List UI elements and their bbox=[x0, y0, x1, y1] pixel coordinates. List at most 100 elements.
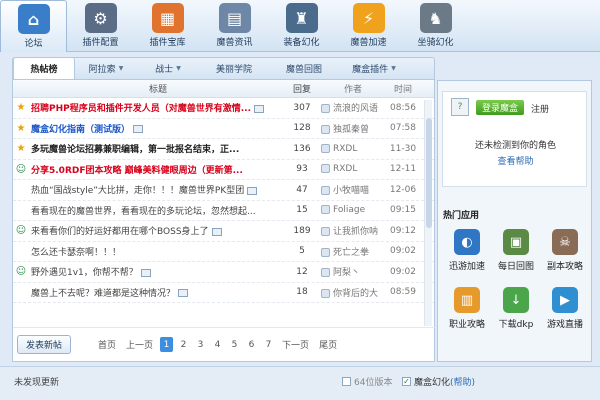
thread-title[interactable]: 分享5.0RDF团本攻略 巅峰美料健眼周边（更新第... bbox=[29, 163, 285, 176]
table-row[interactable]: ☺ 分享5.0RDF团本攻略 巅峰美料健眼周边（更新第... 93 RXDL 12-11 bbox=[13, 160, 434, 180]
first-page-link[interactable]: 首页 bbox=[95, 337, 119, 352]
table-row[interactable]: ★ 招聘PHP程序员和插件开发人员（对魔兽世界有激情... 307 流浪的风语 08:5… bbox=[13, 98, 434, 119]
chevron-down-icon: ▼ bbox=[391, 64, 396, 72]
page-number[interactable]: 5 bbox=[228, 337, 241, 352]
subtab-4[interactable]: 魔兽回图 bbox=[269, 57, 339, 79]
toolbar-item-4[interactable]: ♜ 装备幻化 bbox=[268, 0, 335, 52]
toolbar-item-0[interactable]: ⌂ 论坛 bbox=[0, 0, 67, 52]
home-icon: ⌂ bbox=[17, 4, 50, 34]
user-icon bbox=[321, 288, 330, 298]
table-row[interactable]: ★ 多玩魔兽论坛招募兼职编辑，第一批报名结束，正... 136 RXDL 11-30 bbox=[13, 139, 434, 160]
hot-app-1[interactable]: ▣ 每日回图 bbox=[493, 229, 539, 285]
star-icon: ★ bbox=[16, 102, 26, 114]
header-author[interactable]: 作者 bbox=[319, 82, 385, 95]
user-icon bbox=[321, 164, 330, 174]
table-row[interactable]: 看看现在的魔兽世界，看看现在的多玩论坛，忽然想起... 15 Foliage 09:1… bbox=[13, 201, 434, 221]
thread-author[interactable]: 死亡之拳 bbox=[319, 245, 385, 258]
page-number[interactable]: 3 bbox=[194, 337, 207, 352]
thread-author[interactable]: 阿梨丶 bbox=[319, 265, 385, 278]
header-time[interactable]: 时间 bbox=[385, 82, 421, 95]
subtab-2[interactable]: 战士 ▼ bbox=[137, 57, 199, 79]
header-title[interactable]: 标题 bbox=[29, 82, 285, 95]
table-row[interactable]: ☺ 野外遇见1v1，你帮不帮？ 12 阿梨丶 09:02 bbox=[13, 262, 434, 283]
last-page-link[interactable]: 尾页 bbox=[316, 337, 340, 352]
thread-time: 12-11 bbox=[389, 164, 417, 175]
daily-picture-icon: ▣ bbox=[503, 229, 529, 255]
help-link[interactable]: (帮助) bbox=[450, 375, 475, 388]
thread-title[interactable]: 多玩魔兽论坛招募兼职编辑，第一批报名结束，正... bbox=[29, 142, 285, 155]
thread-time: 09:12 bbox=[390, 225, 416, 236]
next-page-link[interactable]: 下一页 bbox=[279, 337, 312, 352]
thread-author[interactable]: RXDL bbox=[319, 164, 385, 174]
hot-app-5[interactable]: ▶ 游戏直播 bbox=[542, 287, 588, 343]
table-row[interactable]: 热血“国战style”大比拼，走你！！！魔兽世界PK型团 47 小牧喵喵 12-06 bbox=[13, 180, 434, 201]
login-button[interactable]: 登录魔盒 bbox=[476, 100, 525, 115]
subtab-0[interactable]: 热帖榜 bbox=[13, 57, 75, 79]
thread-title[interactable]: 魔兽上不去呢？难道都是这种情况？ bbox=[29, 286, 285, 299]
prev-page-link[interactable]: 上一页 bbox=[123, 337, 156, 352]
subtab-label: 热帖榜 bbox=[30, 65, 58, 75]
subtab-1[interactable]: 阿拉索 ▼ bbox=[75, 57, 137, 79]
reply-count: 18 bbox=[296, 287, 308, 298]
toolbar-item-5[interactable]: ⚡ 魔兽加速 bbox=[335, 0, 402, 52]
toolbar-item-2[interactable]: ▦ 插件宝库 bbox=[134, 0, 201, 52]
thread-title[interactable]: 野外遇见1v1，你帮不帮？ bbox=[29, 265, 285, 278]
hot-app-0[interactable]: ◐ 迅游加速 bbox=[444, 229, 490, 285]
page-number[interactable]: 2 bbox=[177, 337, 190, 352]
toolbar-item-label: 插件宝库 bbox=[149, 38, 186, 48]
thread-author[interactable]: 让我抓你呐 bbox=[319, 224, 385, 237]
table-row[interactable]: 魔兽上不去呢？难道都是这种情况？ 18 你背后的大 08:59 bbox=[13, 283, 434, 303]
plugin-library-icon: ▦ bbox=[151, 3, 184, 33]
thread-author[interactable]: 独孤秦曾 bbox=[319, 122, 385, 135]
checkbox-box[interactable] bbox=[342, 377, 351, 386]
hot-apps-title: 热门应用 bbox=[443, 211, 480, 221]
toolbar-item-3[interactable]: ▤ 魔兽资讯 bbox=[201, 0, 268, 52]
thread-author[interactable]: RXDL bbox=[319, 143, 385, 154]
thread-title[interactable]: 招聘PHP程序员和插件开发人员（对魔兽世界有激情... bbox=[29, 101, 285, 114]
page-number[interactable]: 6 bbox=[245, 337, 258, 352]
thread-author[interactable]: 你背后的大 bbox=[319, 286, 385, 299]
scrollbar[interactable] bbox=[424, 100, 432, 326]
smile-icon: ☺ bbox=[15, 266, 27, 278]
subtab-5[interactable]: 魔盒插件 ▼ bbox=[339, 57, 409, 79]
register-link[interactable]: 注册 bbox=[531, 102, 549, 115]
subtab-3[interactable]: 美丽学院 bbox=[199, 57, 269, 79]
view-help-link[interactable]: 查看帮助 bbox=[443, 154, 588, 167]
thread-author[interactable]: Foliage bbox=[319, 205, 385, 215]
image-icon bbox=[247, 186, 258, 195]
reply-count: 12 bbox=[296, 266, 308, 277]
new-post-button[interactable]: 发表新帖 bbox=[17, 335, 72, 354]
hot-app-4[interactable]: ↓ 下载dkp bbox=[493, 287, 539, 343]
login-box: ? 登录魔盒 注册 还未检测到你的角色 查看帮助 bbox=[442, 91, 587, 187]
thread-author[interactable]: 小牧喵喵 bbox=[319, 183, 385, 196]
transmog-checkbox[interactable]: ✓ 魔盒幻化 (帮助) bbox=[402, 375, 475, 388]
thread-title[interactable]: 怎么还卡瑟奈啊！！！ bbox=[29, 245, 285, 258]
thread-title[interactable]: 看看现在的魔兽世界，看看现在的多玩论坛，忽然想起... bbox=[29, 204, 285, 217]
toolbar-item-label: 魔兽加速 bbox=[350, 38, 387, 48]
header-reply[interactable]: 回复 bbox=[285, 82, 319, 95]
lightning-icon: ⚡ bbox=[352, 3, 385, 33]
hot-app-3[interactable]: ▥ 职业攻略 bbox=[444, 287, 490, 343]
thread-title[interactable]: 来看看你们的好运好都用在哪个BOSS身上了 bbox=[29, 224, 285, 237]
thread-author[interactable]: 流浪的风语 bbox=[319, 101, 385, 114]
scrollbar-thumb[interactable] bbox=[426, 118, 432, 228]
64bit-checkbox[interactable]: 64位版本 bbox=[342, 375, 392, 388]
hot-app-2[interactable]: ☠ 副本攻略 bbox=[542, 229, 588, 285]
thread-title[interactable]: 魔盒幻化指南（测试版） bbox=[29, 122, 285, 135]
page-number[interactable]: 1 bbox=[160, 337, 174, 352]
64bit-label: 64位版本 bbox=[354, 378, 393, 388]
reply-count: 136 bbox=[293, 143, 311, 154]
checkbox-box-checked[interactable]: ✓ bbox=[402, 377, 411, 386]
user-icon bbox=[321, 104, 330, 114]
toolbar-item-1[interactable]: ⚙ 插件配置 bbox=[67, 0, 134, 52]
page-number[interactable]: 4 bbox=[211, 337, 224, 352]
toolbar-item-6[interactable]: ♞ 坐骑幻化 bbox=[402, 0, 469, 52]
image-icon bbox=[211, 227, 222, 236]
page-number[interactable]: 7 bbox=[262, 337, 275, 352]
table-row[interactable]: ★ 魔盒幻化指南（测试版） 128 独孤秦曾 07:58 bbox=[13, 119, 434, 139]
mount-icon: ♞ bbox=[419, 3, 452, 33]
thread-title[interactable]: 热血“国战style”大比拼，走你！！！魔兽世界PK型团 bbox=[29, 183, 285, 196]
toolbar-item-label: 论坛 bbox=[24, 39, 43, 49]
table-row[interactable]: ☺ 来看看你们的好运好都用在哪个BOSS身上了 189 让我抓你呐 09:12 bbox=[13, 221, 434, 242]
table-row[interactable]: 怎么还卡瑟奈啊！！！ 5 死亡之拳 09:02 bbox=[13, 242, 434, 262]
